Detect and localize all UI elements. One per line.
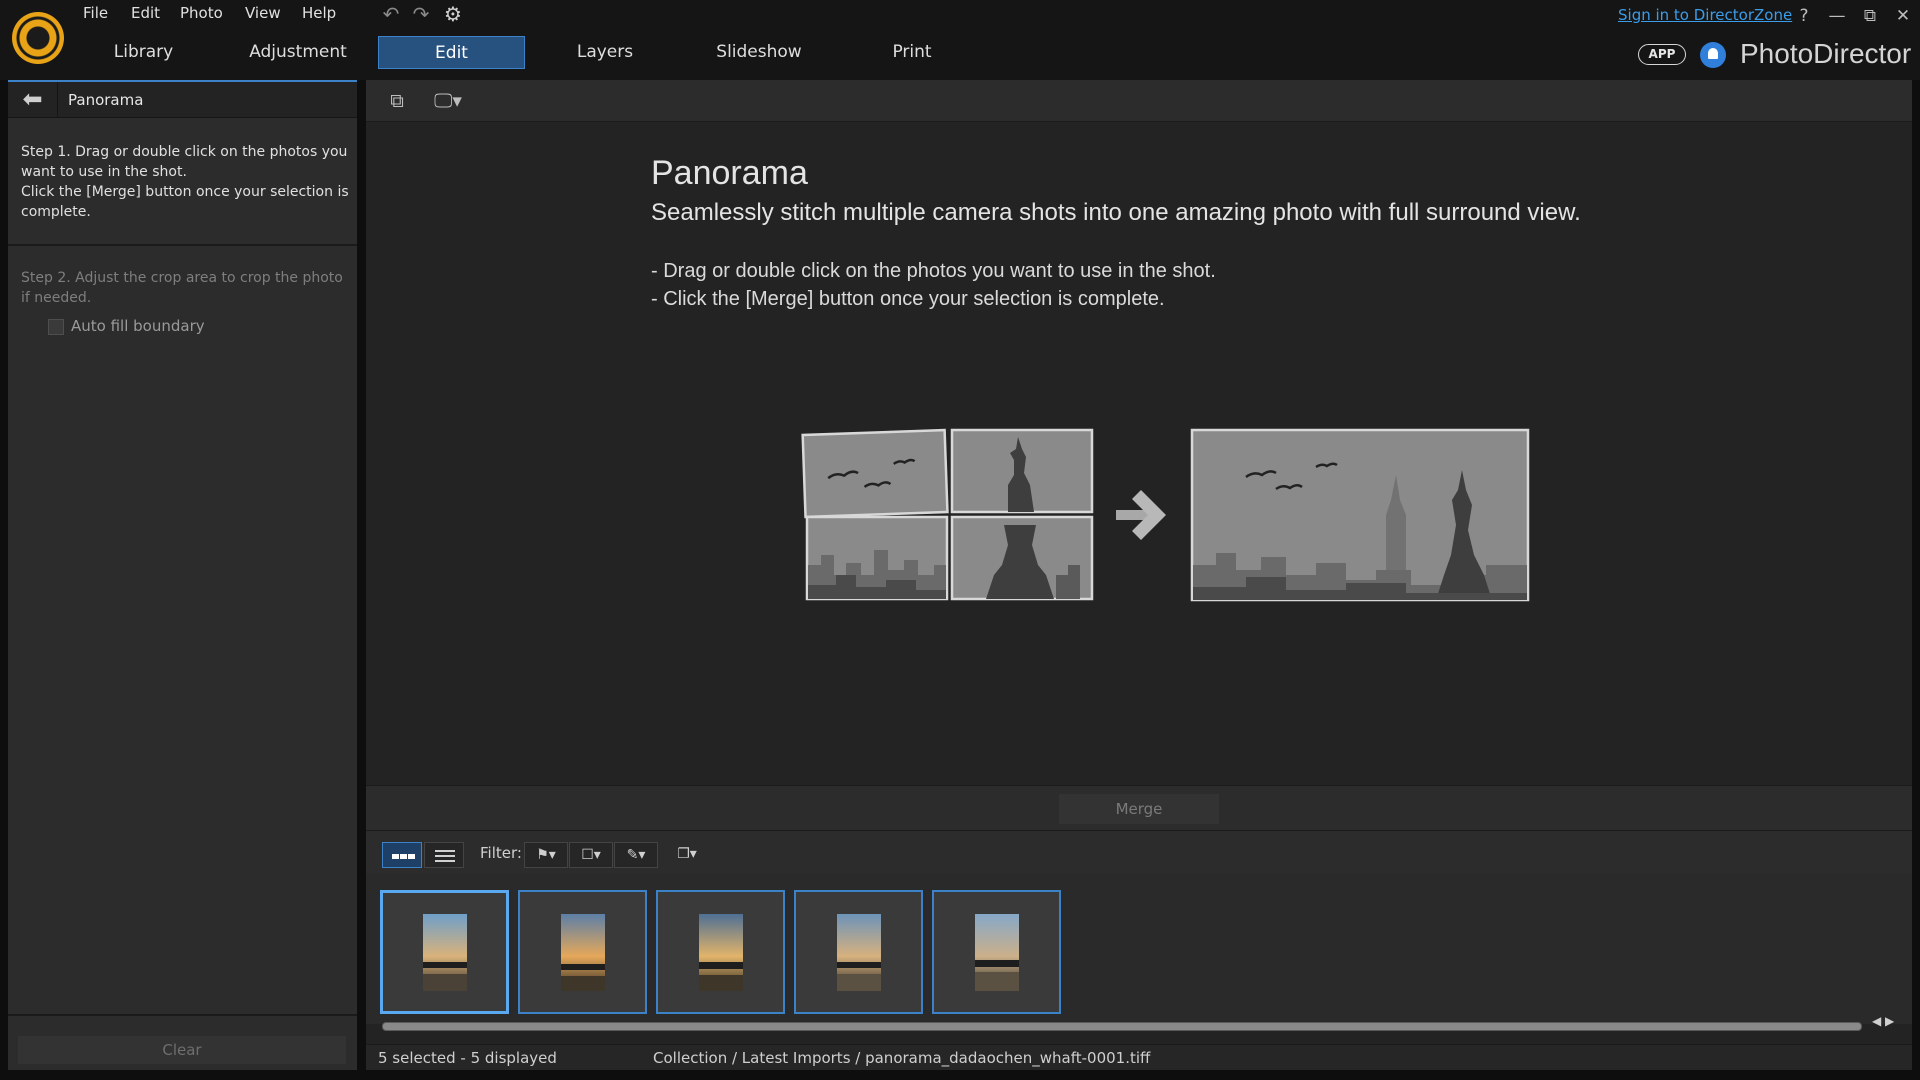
left-panel: ⬅ Panorama Step 1. Drag or double click … xyxy=(8,80,357,1070)
minimize-button[interactable]: — xyxy=(1825,4,1849,28)
app-badge[interactable]: APP xyxy=(1638,44,1686,65)
tab-adjustment[interactable]: Adjustment xyxy=(228,36,368,69)
step1-instructions: Step 1. Drag or double click on the phot… xyxy=(21,144,349,220)
filmstrip: ◀ ▶ xyxy=(366,874,1912,1031)
tab-layers[interactable]: Layers xyxy=(545,36,665,69)
notification-bell-icon[interactable] xyxy=(1700,42,1726,68)
sign-in-link[interactable]: Sign in to DirectorZone xyxy=(1618,6,1792,24)
redo-icon[interactable]: ↷ xyxy=(410,3,432,25)
undo-icon[interactable]: ↶ xyxy=(380,3,402,25)
step2-instructions: Step 2. Adjust the crop area to crop the… xyxy=(21,270,343,306)
status-bar: 5 selected - 5 displayed Collection / La… xyxy=(366,1044,1912,1070)
photo-thumbnail-image xyxy=(561,914,605,991)
restore-button[interactable]: ⧉ xyxy=(1858,4,1882,28)
edit-filter-dropdown[interactable]: ✎▾ xyxy=(614,842,658,868)
page-title: Panorama xyxy=(651,154,808,192)
close-button[interactable]: ✕ xyxy=(1891,4,1915,28)
flag-filter-dropdown[interactable]: ⚑▾ xyxy=(524,842,568,868)
page-subtitle: Seamlessly stitch multiple camera shots … xyxy=(651,199,1581,226)
illustration-tile-statue-base xyxy=(950,515,1094,601)
illustration-result xyxy=(1190,428,1530,602)
illustration-tile-skyline xyxy=(805,515,949,601)
arrow-right-icon xyxy=(1116,490,1166,540)
horizontal-scrollbar[interactable] xyxy=(382,1022,1862,1031)
thumbnail[interactable] xyxy=(794,890,923,1014)
scroll-arrows-icon[interactable]: ◀ ▶ xyxy=(1872,1014,1894,1028)
main-area: ⧉ 🖵▾ Panorama Seamlessly stitch multiple… xyxy=(366,80,1912,1070)
filter-label: Filter: xyxy=(480,844,522,862)
app-logo xyxy=(12,12,64,64)
thumbnail-view-button[interactable] xyxy=(382,842,422,868)
divider xyxy=(8,1014,357,1016)
menu-edit[interactable]: Edit xyxy=(131,4,160,22)
brand-name: PhotoDirector xyxy=(1740,38,1912,69)
tab-library[interactable]: Library xyxy=(85,36,202,69)
menu-photo[interactable]: Photo xyxy=(180,4,223,22)
panorama-illustration xyxy=(801,428,1530,602)
photo-thumbnail-image xyxy=(837,914,881,991)
back-arrow-icon[interactable]: ⬅ xyxy=(8,82,58,118)
label-filter-dropdown[interactable]: ☐▾ xyxy=(569,842,613,868)
divider xyxy=(8,244,357,246)
menu-view[interactable]: View xyxy=(245,4,281,22)
main-toolbar: ⧉ 🖵▾ xyxy=(366,80,1912,122)
auto-fill-checkbox[interactable] xyxy=(48,319,64,335)
instruction-bullet: - Click the [Merge] button once your sel… xyxy=(651,288,1165,310)
list-view-button[interactable] xyxy=(424,842,464,868)
tab-print[interactable]: Print xyxy=(852,36,972,69)
merge-button[interactable]: Merge xyxy=(1059,794,1219,824)
photo-thumbnail-image xyxy=(699,914,743,991)
illustration-tile-statue-top xyxy=(950,428,1094,514)
panel-header: ⬅ Panorama xyxy=(8,82,357,118)
thumbnail[interactable] xyxy=(656,890,785,1014)
top-bar: File Edit Photo View Help ↶ ↷ ⚙ Library … xyxy=(0,0,1920,80)
tab-edit[interactable]: Edit xyxy=(378,36,525,69)
display-monitor-icon[interactable]: 🖵▾ xyxy=(428,88,468,114)
merge-bar: Merge xyxy=(366,785,1912,830)
compare-view-icon[interactable]: ⧉ xyxy=(382,88,412,114)
menu-file[interactable]: File xyxy=(83,4,108,22)
thumbnail[interactable] xyxy=(932,890,1061,1014)
illustration-tile-birds xyxy=(801,428,949,519)
settings-gear-icon[interactable]: ⚙ xyxy=(442,3,464,25)
selection-count: 5 selected - 5 displayed xyxy=(378,1049,557,1067)
thumbnail[interactable] xyxy=(380,890,509,1014)
stack-filter-dropdown[interactable]: ❐▾ xyxy=(669,842,705,868)
file-path: Collection / Latest Imports / panorama_d… xyxy=(653,1049,1151,1067)
tab-slideshow[interactable]: Slideshow xyxy=(690,36,828,69)
photo-thumbnail-image xyxy=(975,914,1019,991)
photo-thumbnail-image xyxy=(423,914,467,991)
thumbnail[interactable] xyxy=(518,890,647,1014)
menu-help[interactable]: Help xyxy=(302,4,336,22)
clear-button[interactable]: Clear xyxy=(18,1036,346,1064)
panel-title: Panorama xyxy=(68,91,144,109)
help-button[interactable]: ? xyxy=(1792,4,1816,28)
auto-fill-label: Auto fill boundary xyxy=(71,317,205,335)
instruction-bullet: - Drag or double click on the photos you… xyxy=(651,260,1216,282)
filter-bar: Filter: ⚑▾ ☐▾ ✎▾ ❐▾ xyxy=(366,830,1912,874)
